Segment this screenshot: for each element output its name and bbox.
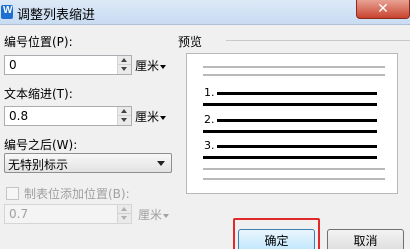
spin-down-icon[interactable]: [118, 214, 131, 223]
preview-black-line: [203, 130, 377, 133]
spin-down-icon[interactable]: [118, 116, 131, 125]
text-indent-unit-dropdown[interactable]: 厘米: [135, 108, 167, 125]
preview-black-line: [203, 156, 377, 159]
ok-button[interactable]: 确定: [238, 229, 315, 249]
dialog-title: 调整列表缩进: [17, 8, 96, 23]
number-position-unit: 厘米: [135, 59, 160, 73]
text-indent-value: 0.8: [9, 109, 29, 123]
wps-writer-icon: W: [1, 5, 13, 19]
text-indent-input[interactable]: 0.8: [4, 106, 132, 126]
follow-number-selected: 无特别标示: [8, 158, 69, 172]
title-bar: W 调整列表缩进 ✕: [0, 0, 410, 25]
close-button[interactable]: ✕: [356, 0, 410, 19]
preview-divider: [226, 40, 410, 41]
preview-black-line: [217, 92, 377, 95]
number-position-spinner: [117, 56, 131, 74]
spin-down-icon[interactable]: [118, 65, 131, 74]
preview-grey-line: [203, 168, 385, 170]
preview-pane: 1. 2. 3.: [186, 53, 398, 194]
text-indent-label: 文本缩进(T):: [4, 87, 73, 101]
close-icon: ✕: [377, 1, 389, 17]
preview-grey-line: [203, 66, 385, 68]
spin-up-icon[interactable]: [118, 56, 131, 65]
text-indent-unit: 厘米: [135, 110, 160, 124]
spin-up-icon[interactable]: [118, 107, 131, 116]
number-position-label: 编号位置(P):: [4, 35, 73, 49]
preview-title: 预览: [178, 35, 203, 49]
tab-stop-label: 制表位添加位置(B):: [24, 187, 130, 201]
tab-stop-spinner: [117, 205, 131, 223]
cancel-button[interactable]: 取消: [327, 229, 404, 249]
number-position-input[interactable]: 0: [4, 55, 132, 75]
spin-up-icon[interactable]: [118, 205, 131, 214]
caret-down-icon: [160, 64, 167, 69]
preview-grey-line: [203, 178, 385, 180]
preview-number-1: 1.: [204, 86, 215, 99]
follow-number-label: 编号之后(W):: [4, 138, 78, 152]
tab-stop-checkbox[interactable]: [6, 187, 19, 200]
number-position-unit-dropdown[interactable]: 厘米: [135, 57, 167, 74]
caret-down-icon: [160, 115, 167, 120]
tab-stop-input[interactable]: 0.7: [4, 204, 132, 224]
preview-black-line: [217, 119, 377, 122]
tab-stop-value: 0.7: [9, 207, 29, 221]
follow-number-select[interactable]: 无特别标示: [4, 153, 172, 173]
tab-stop-unit: 厘米: [138, 208, 163, 222]
preview-number-2: 2.: [204, 113, 215, 126]
preview-grey-line: [203, 74, 385, 76]
preview-number-3: 3.: [204, 139, 215, 152]
chevron-down-icon: [157, 161, 165, 166]
tab-stop-unit-dropdown[interactable]: 厘米: [138, 206, 170, 223]
text-indent-spinner: [117, 107, 131, 125]
number-position-value: 0: [9, 58, 17, 72]
caret-down-icon: [163, 213, 170, 218]
preview-black-line: [217, 145, 377, 148]
preview-black-line: [203, 103, 377, 106]
